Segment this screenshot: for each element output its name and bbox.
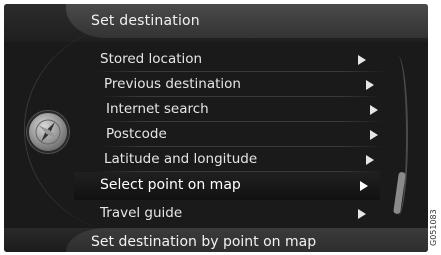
- navigation-compass-icon: [27, 111, 69, 153]
- menu-item-label: Internet search: [106, 101, 209, 117]
- menu-item-internet-search[interactable]: Internet search: [102, 98, 384, 122]
- menu-item-postcode[interactable]: Postcode: [102, 123, 384, 147]
- play-arrow-icon: [370, 130, 378, 140]
- menu-item-label: Latitude and longitude: [104, 151, 258, 167]
- play-arrow-icon: [366, 80, 374, 90]
- menu-item-label: Stored location: [100, 51, 203, 67]
- play-arrow-icon: [366, 155, 374, 165]
- play-arrow-icon: [358, 209, 366, 219]
- play-arrow-icon: [358, 55, 366, 65]
- menu-item-previous-destination[interactable]: Previous destination: [100, 73, 382, 97]
- menu-item-label: Travel guide: [100, 205, 183, 221]
- play-arrow-icon: [370, 105, 378, 115]
- menu-item-latitude-longitude[interactable]: Latitude and longitude: [100, 148, 382, 172]
- menu-item-label: Previous destination: [104, 76, 241, 92]
- nav-screen: Set destination Stored location Previous…: [4, 4, 428, 252]
- menu-item-travel-guide[interactable]: Travel guide: [96, 202, 386, 226]
- menu-item-stored-location[interactable]: Stored location: [96, 48, 386, 72]
- status-text: Set destination by point on map: [91, 234, 317, 250]
- menu-item-label: Postcode: [106, 126, 167, 142]
- play-arrow-icon: [360, 181, 368, 191]
- image-code: G051083: [429, 209, 438, 246]
- menu-item-select-point-on-map[interactable]: Select point on map: [74, 172, 380, 200]
- menu-item-label: Select point on map: [100, 177, 241, 193]
